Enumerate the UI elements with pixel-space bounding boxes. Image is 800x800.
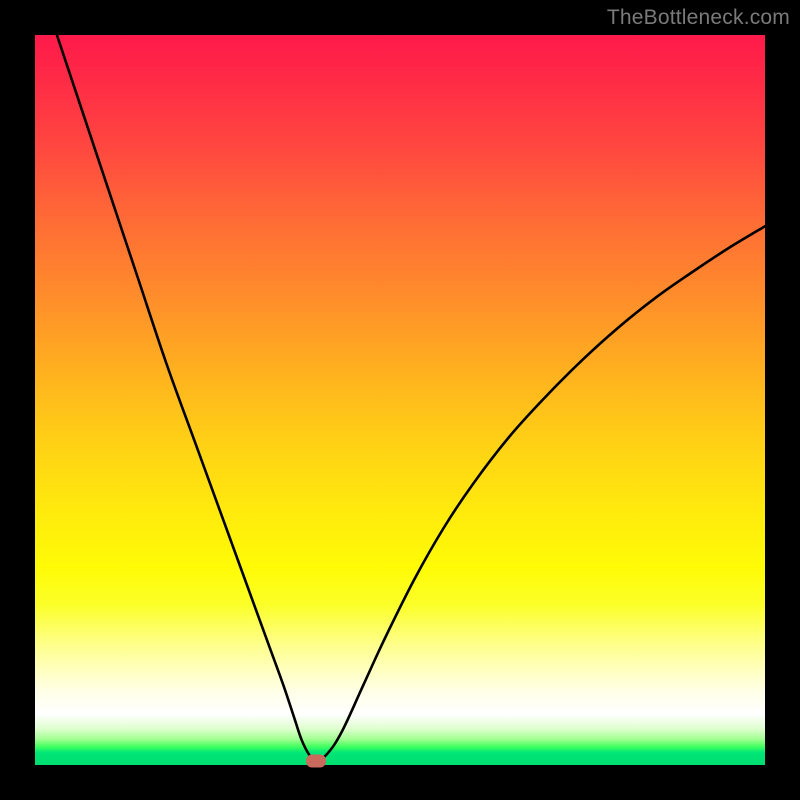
plot-area: [35, 35, 765, 765]
watermark-text: TheBottleneck.com: [607, 6, 790, 30]
optimal-point-marker: [306, 755, 326, 768]
chart-frame: TheBottleneck.com: [0, 0, 800, 800]
bottleneck-curve: [35, 35, 765, 765]
